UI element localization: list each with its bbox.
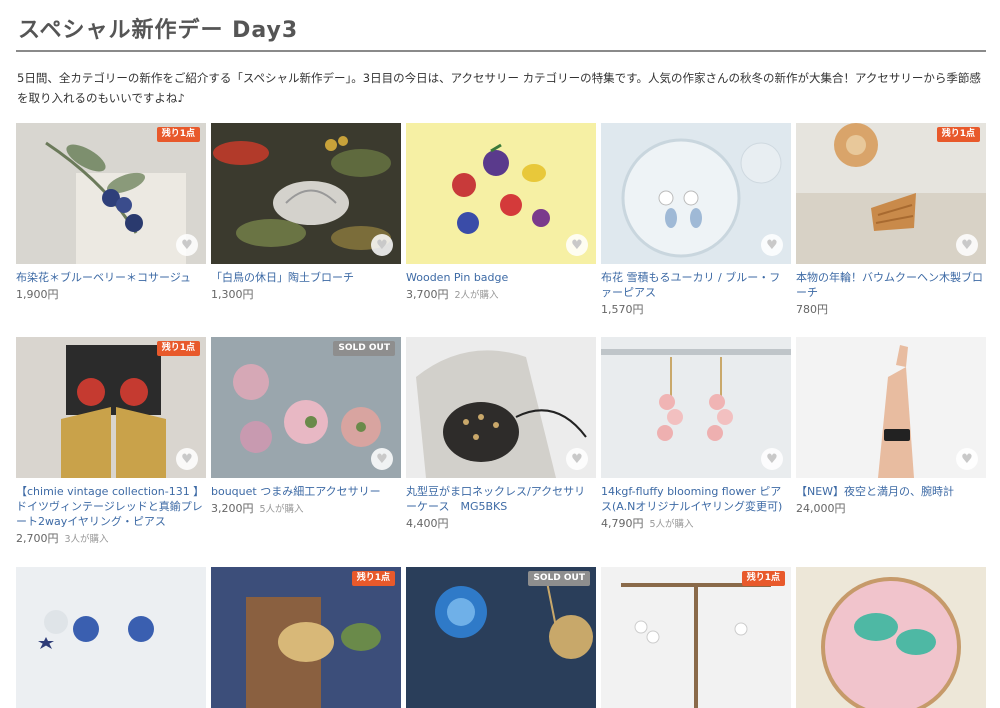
product-price: 780円	[796, 303, 828, 316]
stock-badge: SOLD OUT	[528, 571, 590, 586]
product-image[interactable]: ♥	[406, 337, 596, 478]
title-divider	[16, 50, 986, 52]
product-image[interactable]: 残り1点	[211, 567, 401, 708]
product-title[interactable]: 丸型豆がま口ネックレス/アクセサリーケース MG5BKS	[406, 484, 596, 514]
product-card[interactable]: ♥ 丸型豆がま口ネックレス/アクセサリーケース MG5BKS 4,400円	[406, 337, 596, 531]
product-card[interactable]: ♥ 布花 雪積もるユーカリ / ブルー・ファーピアス 1,570円	[601, 123, 791, 317]
intro-text: 5日間、全カテゴリーの新作をご紹介する「スペシャル新作デー」。3日目の今日は、ア…	[17, 71, 981, 105]
product-card[interactable]: SOLD OUT ♥ bouquet つまみ細工アクセサリー 3,200円 5人が…	[211, 337, 401, 517]
product-card[interactable]: 残り1点 ♥ 本物の年輪！バウムクーヘン木製ブローチ 780円	[796, 123, 986, 317]
product-price: 1,570円	[601, 303, 644, 316]
favorite-button[interactable]: ♥	[566, 234, 588, 256]
product-image[interactable]: SOLD OUT ♥	[211, 337, 401, 478]
product-image[interactable]	[16, 567, 206, 708]
heart-icon: ♥	[181, 451, 193, 467]
product-card[interactable]: ♥ 【NEW】夜空と満月の、腕時計 24,000円	[796, 337, 986, 516]
favorite-button[interactable]: ♥	[956, 234, 978, 256]
product-card[interactable]: 残り1点 ♥ 【chimie vintage collection-131 】ド…	[16, 337, 206, 547]
stock-badge: 残り1点	[156, 127, 200, 142]
product-title[interactable]: 「白鳥の休日」陶土ブローチ	[211, 270, 401, 285]
product-image[interactable]: 残り1点 ♥	[16, 123, 206, 264]
product-price: 2,700円	[16, 532, 59, 545]
favorite-button[interactable]: ♥	[371, 234, 393, 256]
purchase-count: 3人が購入	[64, 534, 109, 545]
heart-icon: ♥	[766, 451, 778, 467]
product-title[interactable]: 14kgf-fluffy blooming flower ピアス(A.Nオリジナ…	[601, 484, 791, 514]
purchase-count: 5人が購入	[649, 519, 694, 530]
product-image[interactable]: ♥	[211, 123, 401, 264]
product-title[interactable]: Wooden Pin badge	[406, 270, 596, 285]
product-title[interactable]: 布花 雪積もるユーカリ / ブルー・ファーピアス	[601, 270, 791, 300]
product-title[interactable]: 布染花＊ブルーベリー＊コサージュ	[16, 270, 206, 285]
product-card[interactable]: 残り1点	[601, 567, 791, 708]
favorite-button[interactable]: ♥	[176, 448, 198, 470]
product-image[interactable]: 残り1点	[601, 567, 791, 708]
favorite-button[interactable]: ♥	[761, 448, 783, 470]
product-card[interactable]: ♥ 「白鳥の休日」陶土ブローチ 1,300円	[211, 123, 401, 302]
stock-badge: 残り1点	[351, 571, 395, 586]
product-card[interactable]: SOLD OUT	[406, 567, 596, 708]
heart-icon: ♥	[961, 237, 973, 253]
product-card[interactable]: 残り1点 ♥ 布染花＊ブルーベリー＊コサージュ 1,900円	[16, 123, 206, 302]
product-price: 1,900円	[16, 288, 59, 301]
product-image[interactable]: ♥	[601, 337, 791, 478]
favorite-button[interactable]: ♥	[176, 234, 198, 256]
product-title[interactable]: bouquet つまみ細工アクセサリー	[211, 484, 401, 499]
product-title[interactable]: 【NEW】夜空と満月の、腕時計	[796, 484, 986, 499]
heart-icon: ♥	[571, 237, 583, 253]
product-image[interactable]: ♥	[406, 123, 596, 264]
stock-badge: 残り1点	[156, 341, 200, 356]
product-title[interactable]: 本物の年輪！バウムクーヘン木製ブローチ	[796, 270, 986, 300]
product-title[interactable]: 【chimie vintage collection-131 】ドイツヴィンテー…	[16, 484, 206, 529]
product-price: 4,790円	[601, 517, 644, 530]
product-card[interactable]	[796, 567, 986, 708]
product-price: 1,300円	[211, 288, 254, 301]
product-image[interactable]: 残り1点 ♥	[796, 123, 986, 264]
purchase-count: 5人が購入	[259, 504, 304, 515]
purchase-count: 2人が購入	[454, 290, 499, 301]
product-image[interactable]	[796, 567, 986, 708]
favorite-button[interactable]: ♥	[956, 448, 978, 470]
favorite-button[interactable]: ♥	[761, 234, 783, 256]
stock-badge: 残り1点	[741, 571, 785, 586]
heart-icon: ♥	[376, 237, 388, 253]
product-price: 4,400円	[406, 517, 449, 530]
product-price: 3,200円	[211, 502, 254, 515]
stock-badge: 残り1点	[936, 127, 980, 142]
product-price: 24,000円	[796, 502, 846, 515]
page-title: スペシャル新作デー Day3	[18, 18, 299, 43]
product-image[interactable]: 残り1点 ♥	[16, 337, 206, 478]
stock-badge: SOLD OUT	[333, 341, 395, 356]
heart-icon: ♥	[961, 451, 973, 467]
heart-icon: ♥	[571, 451, 583, 467]
product-card[interactable]: 残り1点	[211, 567, 401, 708]
product-image[interactable]: ♥	[601, 123, 791, 264]
favorite-button[interactable]: ♥	[371, 448, 393, 470]
heart-icon: ♥	[766, 237, 778, 253]
product-image[interactable]: SOLD OUT	[406, 567, 596, 708]
product-card[interactable]	[16, 567, 206, 708]
product-price: 3,700円	[406, 288, 449, 301]
heart-icon: ♥	[181, 237, 193, 253]
product-card[interactable]: ♥ Wooden Pin badge 3,700円 2人が購入	[406, 123, 596, 303]
favorite-button[interactable]: ♥	[566, 448, 588, 470]
heart-icon: ♥	[376, 451, 388, 467]
product-image[interactable]: ♥	[796, 337, 986, 478]
product-card[interactable]: ♥ 14kgf-fluffy blooming flower ピアス(A.Nオリ…	[601, 337, 791, 532]
